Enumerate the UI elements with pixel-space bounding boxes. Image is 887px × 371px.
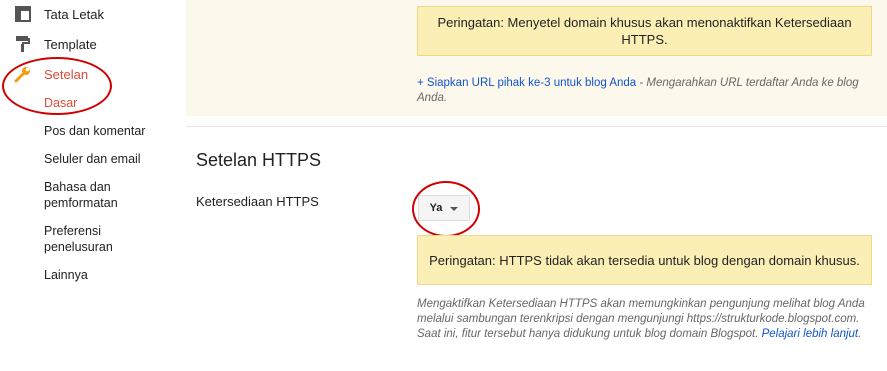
sidebar-subitem-mobile-email[interactable]: Seluler dan email — [44, 151, 174, 167]
sidebar-subitem-language-formatting[interactable]: Bahasa dan pemformatan — [44, 179, 139, 211]
sidebar-item-layout[interactable]: Tata Letak — [14, 5, 104, 23]
learn-more-link[interactable]: Pelajari lebih lanjut — [762, 328, 859, 340]
sidebar-item-template[interactable]: Template — [14, 35, 97, 53]
https-description: Mengaktifkan Ketersediaan HTTPS akan mem… — [417, 297, 877, 342]
main-panel: Peringatan: Menyetel domain khusus akan … — [186, 0, 887, 371]
sidebar-subitem-other[interactable]: Lainnya — [44, 267, 174, 283]
paint-roller-icon — [14, 35, 32, 53]
sidebar-subitem-search-preferences[interactable]: Preferensi penelusuran — [44, 223, 139, 255]
custom-domain-section: Peringatan: Menyetel domain khusus akan … — [186, 0, 887, 116]
sidebar-subitem-posts-comments[interactable]: Pos dan komentar — [44, 123, 174, 139]
sidebar: Tata Letak Template Setelan Dasar Pos da… — [0, 0, 186, 371]
layout-icon — [14, 5, 32, 23]
https-availability-label: Ketersediaan HTTPS — [196, 194, 319, 209]
sidebar-item-label: Tata Letak — [44, 6, 104, 22]
annotation-circle — [2, 57, 112, 115]
annotation-circle — [412, 181, 480, 237]
third-party-url-link[interactable]: + Siapkan URL pihak ke-3 untuk blog Anda — [417, 77, 636, 89]
section-divider — [186, 126, 887, 127]
custom-domain-warning: Peringatan: Menyetel domain khusus akan … — [417, 6, 872, 56]
learn-more-suffix: . — [858, 328, 862, 340]
section-title: Setelan HTTPS — [196, 150, 322, 170]
https-warning: Peringatan: HTTPS tidak akan tersedia un… — [417, 235, 872, 285]
sidebar-item-label: Template — [44, 36, 97, 52]
third-party-url-row: + Siapkan URL pihak ke-3 untuk blog Anda… — [417, 76, 872, 106]
